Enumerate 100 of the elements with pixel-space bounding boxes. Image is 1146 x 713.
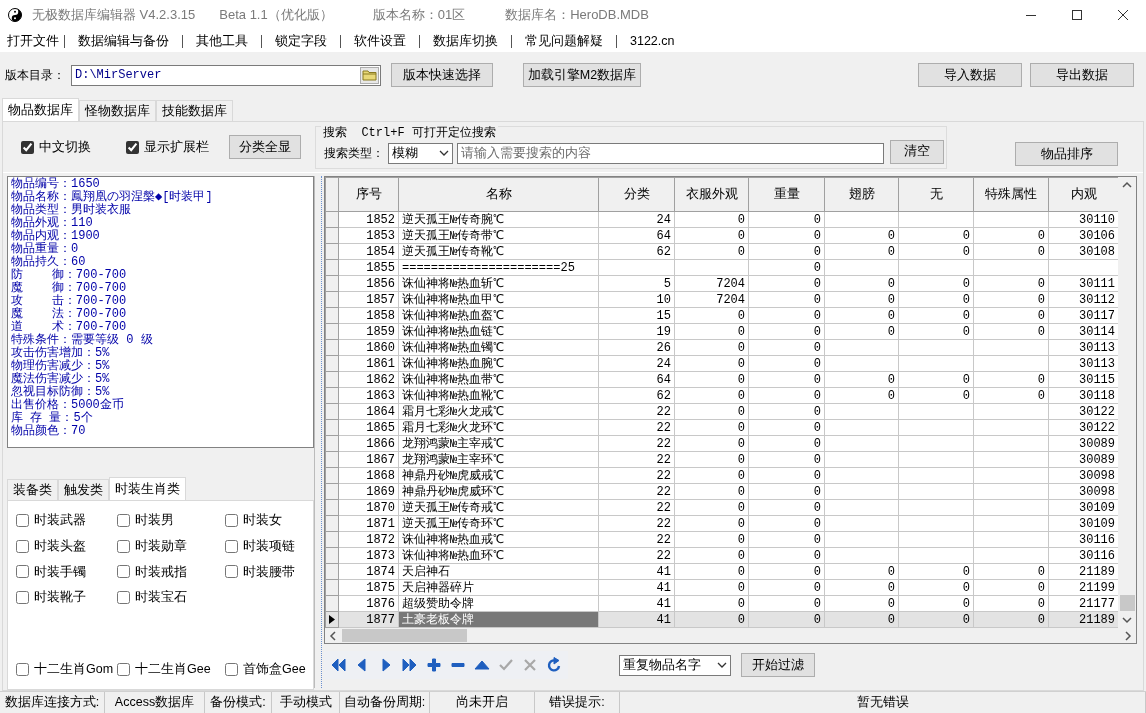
table-cell: 0 [748, 291, 825, 308]
checkbox[interactable] [117, 591, 130, 605]
table-cell: 0 [748, 275, 825, 292]
filter-dropdown[interactable]: 重复物品名字 [619, 654, 731, 676]
column-header[interactable]: 名称 [398, 177, 599, 212]
scroll-right-icon[interactable] [1125, 630, 1132, 641]
column-header[interactable]: 衣服外观 [674, 177, 749, 212]
tab[interactable]: 技能数据库 [156, 100, 233, 121]
table-cell: 1864 [338, 403, 399, 420]
menu-item[interactable]: 软件设置 [341, 31, 419, 51]
table-cell: 0 [674, 595, 749, 612]
toolbar-button[interactable]: 版本快速选择 [391, 63, 493, 87]
tab[interactable]: 时装生肖类 [109, 477, 186, 500]
checkbox-label[interactable]: 时装女 [243, 511, 282, 530]
checkbox[interactable] [225, 662, 238, 676]
checkbox-label[interactable]: 时装戒指 [135, 562, 187, 582]
sort-button[interactable]: 物品排序 [1015, 142, 1118, 166]
status-text: 暂无错误 [620, 692, 1146, 713]
checkbox-label[interactable]: 时装腰带 [243, 562, 295, 582]
search-field[interactable]: 请输入需要搜索的内容 [457, 142, 884, 164]
import-button[interactable]: 导入数据 [918, 63, 1022, 87]
checkbox-label[interactable]: 首饰盒Gee [243, 660, 306, 679]
tab[interactable]: 装备类 [7, 479, 58, 500]
navigator-button[interactable] [546, 657, 562, 673]
column-header[interactable]: 序号 [338, 177, 399, 212]
column-header[interactable]: 重量 [748, 177, 825, 212]
path-field[interactable]: D:\MirServer [71, 64, 381, 86]
scroll-left-icon[interactable] [329, 630, 336, 641]
column-header[interactable]: 特殊属性 [973, 177, 1049, 212]
export-button[interactable]: 导出数据 [1030, 63, 1134, 87]
filter-button[interactable]: 开始过滤 [741, 653, 815, 677]
checkbox-label[interactable]: 时装武器 [34, 511, 86, 530]
checkbox[interactable] [225, 565, 238, 579]
checkbox[interactable] [117, 513, 130, 527]
checkbox-label[interactable]: 时装项链 [243, 536, 295, 556]
checkbox[interactable] [21, 140, 34, 154]
navigator-button[interactable] [426, 657, 442, 673]
checkbox[interactable] [16, 513, 29, 527]
table-cell: 0 [898, 595, 974, 612]
tab[interactable]: 物品数据库 [2, 98, 79, 121]
table-cell: 0 [748, 451, 825, 468]
tab[interactable]: 触发类 [58, 479, 109, 500]
column-header[interactable]: 无 [898, 177, 974, 212]
checkbox[interactable] [117, 565, 130, 579]
checkbox[interactable] [225, 513, 238, 527]
toolbar-button[interactable]: 加载引擎M2数据库 [523, 63, 641, 87]
scroll-up-icon[interactable] [1122, 181, 1132, 188]
table-cell: 26 [598, 339, 675, 356]
checkbox[interactable] [126, 140, 139, 154]
checkbox-label[interactable]: 十二生肖Gee [135, 660, 211, 679]
table-cell: 41 [598, 579, 675, 596]
vertical-scrollbar[interactable] [1118, 177, 1136, 628]
menu-item[interactable]: 锁定字段 [262, 31, 340, 51]
column-header[interactable]: 分类 [598, 177, 675, 212]
table-cell: 41 [598, 595, 675, 612]
navigator-button[interactable] [330, 657, 346, 673]
checkbox-label[interactable]: 时装宝石 [135, 588, 187, 607]
navigator-button[interactable] [402, 657, 418, 673]
checkbox-label[interactable]: 时装靴子 [34, 588, 86, 607]
table-cell: 0 [674, 435, 749, 452]
scroll-down-icon[interactable] [1122, 617, 1132, 624]
tab[interactable]: 怪物数据库 [79, 100, 156, 121]
table-cell: 1867 [338, 451, 399, 468]
checkbox-label[interactable]: 时装勋章 [135, 536, 187, 556]
checkbox-label[interactable]: 十二生肖Gom [34, 660, 114, 679]
checkbox-label[interactable]: 时装手镯 [34, 562, 86, 582]
horizontal-scrollbar[interactable] [325, 628, 1136, 643]
table-cell: 诛仙神将№热血腕℃ [398, 355, 599, 372]
checkbox[interactable] [16, 662, 29, 676]
checkbox-label[interactable]: 时装头盔 [34, 536, 86, 556]
table-cell: 霜月七彩№火龙环℃ [398, 419, 599, 436]
menu-item[interactable]: 其他工具 [183, 31, 261, 51]
scroll-thumb[interactable] [1119, 595, 1135, 611]
table-cell: 1863 [338, 387, 399, 404]
menu-item[interactable]: 打开文件 [2, 31, 64, 51]
menu-item[interactable]: 数据库切换 [420, 31, 511, 51]
checkbox[interactable] [117, 662, 130, 676]
column-header[interactable]: 内观 [1048, 177, 1118, 212]
info-line: 道 术：700-700 [11, 321, 128, 334]
status-text: 备份模式: [205, 692, 272, 713]
checkbox-label[interactable]: 显示扩展栏 [144, 137, 209, 157]
checkbox[interactable] [16, 539, 29, 553]
menu-item[interactable]: 常见问题解疑 [512, 31, 616, 51]
scroll-thumb[interactable] [342, 629, 467, 642]
table-cell: 7204 [674, 275, 749, 292]
search-type-dropdown[interactable]: 模糊 [388, 142, 453, 164]
column-header[interactable]: 翅膀 [824, 177, 899, 212]
table-cell: 天启神器碎片 [398, 579, 599, 596]
checkbox[interactable] [16, 591, 29, 605]
checkbox-label[interactable]: 中文切换 [39, 137, 91, 157]
menu-item[interactable]: 数据编辑与备份 [65, 31, 182, 51]
clear-button[interactable]: 清空 [890, 139, 944, 164]
checkbox-label[interactable]: 时装男 [135, 511, 174, 530]
checkbox[interactable] [117, 539, 130, 553]
splitter-bar[interactable] [314, 176, 322, 688]
menu-item[interactable]: 3122.cn [617, 31, 688, 51]
checkbox[interactable] [16, 565, 29, 579]
checkbox[interactable] [225, 539, 238, 553]
show-all-button[interactable]: 分类全显 [229, 135, 301, 159]
info-line: 防 御：700-700 [11, 269, 128, 282]
